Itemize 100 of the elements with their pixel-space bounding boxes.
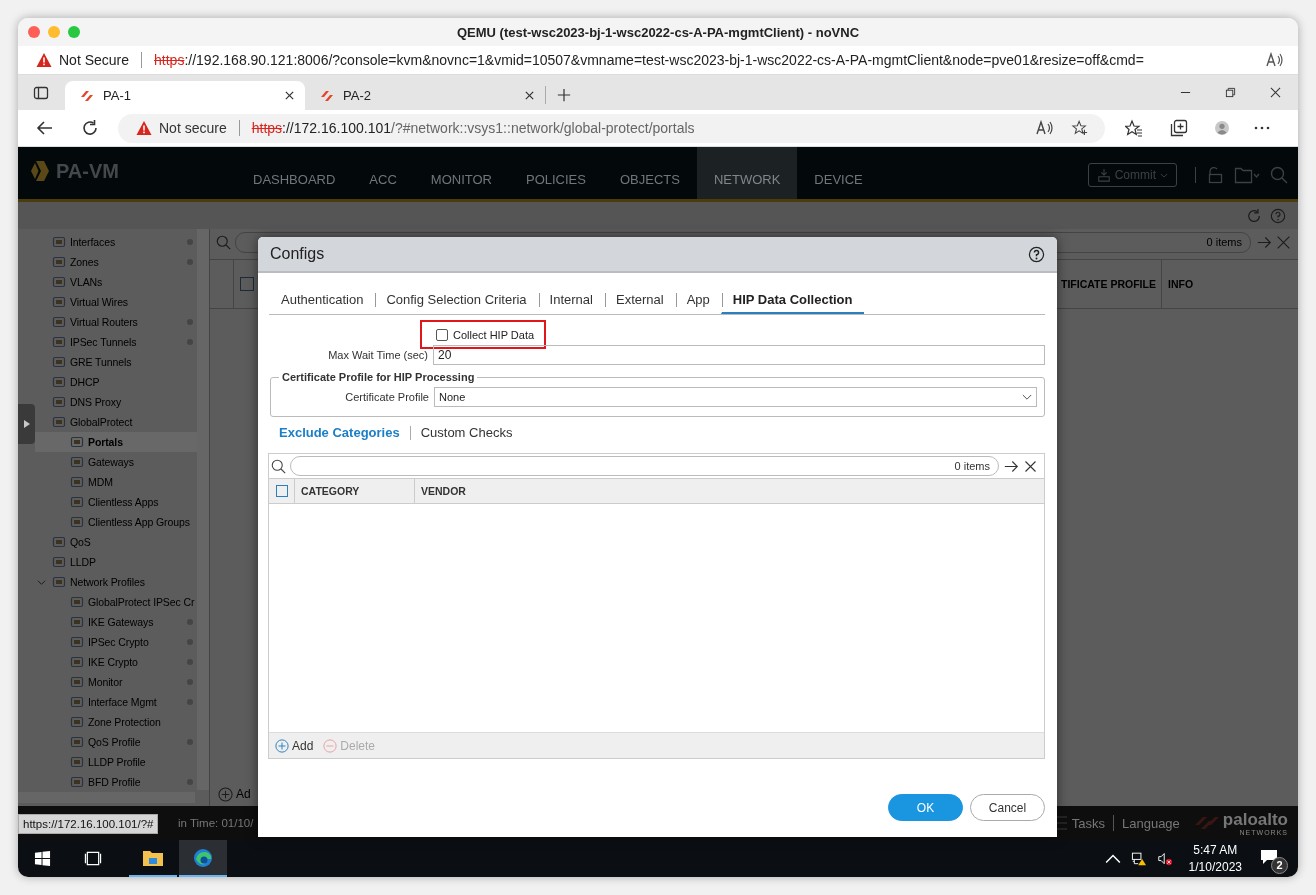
checkbox-label: Collect HIP Data [453, 328, 535, 341]
nav-tab[interactable]: MONITOR [413, 147, 509, 199]
dialog-tab[interactable]: Authentication [269, 285, 375, 314]
network-warning-icon[interactable] [1130, 851, 1147, 866]
remove-icon [323, 738, 338, 753]
address-field[interactable]: Not secure https://172.16.100.101/?#network::vsys1::network/global-protect/portals [118, 113, 1105, 143]
sidebar-item[interactable]: Clientless App Groups [35, 512, 197, 532]
tab-actions-icon[interactable] [33, 85, 49, 101]
back-icon[interactable] [36, 119, 54, 137]
sidebar-item[interactable]: GlobalProtect IPSec Cr [35, 592, 197, 612]
node-icon [52, 315, 66, 329]
close-icon[interactable] [524, 90, 535, 101]
sidebar-item[interactable]: Portals [35, 432, 197, 452]
add-button[interactable]: Ad [218, 786, 251, 802]
sidebar-item[interactable]: Virtual Wires [35, 292, 197, 312]
sidebar-item[interactable]: LLDP [35, 552, 197, 572]
dialog-tab[interactable]: HIP Data Collection [720, 285, 864, 314]
sidebar-item[interactable]: GlobalProtect [35, 412, 197, 432]
help-icon[interactable] [1028, 245, 1045, 263]
sidebar-item[interactable]: VLANs [35, 272, 197, 292]
nav-tab[interactable]: POLICIES [508, 147, 603, 199]
sidebar-item[interactable]: QoS Profile [35, 732, 197, 752]
read-aloud-icon[interactable] [1036, 120, 1054, 136]
dialog-tab[interactable]: Config Selection Criteria [374, 285, 538, 314]
arrow-right-icon[interactable] [1004, 458, 1019, 474]
node-icon [70, 495, 84, 509]
star-plus-icon[interactable] [1071, 120, 1089, 136]
sidebar-item[interactable]: IPSec Crypto [35, 632, 197, 652]
speaker-muted-icon[interactable] [1156, 851, 1173, 866]
sidebar-item[interactable]: Network Profiles [35, 572, 197, 592]
read-aloud-icon[interactable] [1266, 52, 1284, 68]
nav-tab[interactable]: DEVICE [797, 147, 880, 199]
sub-tab[interactable]: Custom Checks [409, 426, 523, 440]
sub-tab[interactable]: Exclude Categories [269, 426, 410, 440]
nav-tab[interactable]: ACC [352, 147, 414, 199]
sidebar-item[interactable]: IPSec Tunnels [35, 332, 197, 352]
dialog-tab[interactable]: External [603, 285, 675, 314]
clock-date[interactable]: 1/10/2023 [1188, 858, 1242, 876]
dropdown[interactable]: None [434, 387, 1037, 407]
checkbox[interactable] [239, 277, 254, 291]
close-icon[interactable] [1023, 458, 1038, 474]
tasks-link[interactable]: Tasks [1071, 815, 1105, 831]
window-close-button[interactable] [28, 26, 40, 38]
cancel-button[interactable]: Cancel [970, 794, 1045, 821]
sidebar-item[interactable]: Gateways [35, 452, 197, 472]
download-icon [1096, 168, 1111, 182]
sidebar-item[interactable]: Interfaces [35, 232, 197, 252]
browser-tab[interactable]: PA-2 [305, 81, 545, 110]
node-icon [70, 735, 84, 749]
commit-button[interactable]: Commit [1087, 163, 1177, 187]
checkbox[interactable] [436, 328, 448, 341]
panel-handle[interactable] [18, 404, 35, 444]
sidebar-item[interactable]: MDM [35, 472, 197, 492]
add-button[interactable]: Add [275, 738, 314, 753]
sidebar-item[interactable]: IKE Gateways [35, 612, 197, 632]
nav-tab[interactable]: DASHBOARD [236, 147, 353, 199]
url-text[interactable]: https://192.168.90.121:8006/?console=kvm&novnc=1&vmid=10507&vmname=test-wsc2023-bj-1-wsc2022-cs-A-PA-mgmtClient&node=pve01&resize=off&cmd= [154, 52, 1144, 68]
close-icon[interactable] [284, 90, 295, 101]
taskbar-app[interactable] [179, 840, 227, 877]
product-logo: PA-VM [56, 159, 120, 183]
node-icon [52, 255, 66, 269]
sidebar-item[interactable]: BFD Profile [35, 772, 197, 792]
nav-tab[interactable]: OBJECTS [602, 147, 697, 199]
node-icon [70, 675, 84, 689]
sidebar-item[interactable]: Interface Mgmt [35, 692, 197, 712]
favorites-icon[interactable] [1125, 119, 1143, 137]
sidebar-item[interactable]: LLDP Profile [35, 752, 197, 772]
add-icon [275, 738, 289, 753]
checkbox[interactable] [275, 485, 288, 497]
language-link[interactable]: Language [1122, 815, 1180, 831]
search-icon[interactable] [271, 458, 286, 474]
warning-icon [136, 120, 152, 136]
ok-button[interactable]: OK [888, 794, 963, 821]
scrollbar[interactable] [18, 792, 195, 803]
dialog-tab[interactable]: App [674, 285, 721, 314]
node-icon [52, 295, 66, 309]
swirl-icon [192, 847, 214, 868]
browser-tab[interactable]: PA-1 [65, 81, 305, 110]
nav-tab[interactable]: NETWORK [696, 147, 798, 199]
node-icon [52, 355, 66, 369]
sidebar-item[interactable]: Zone Protection [35, 712, 197, 732]
input-field[interactable]: 20 [433, 345, 1045, 365]
dialog-tab[interactable]: Internal [537, 285, 604, 314]
sidebar-item[interactable]: DNS Proxy [35, 392, 197, 412]
field-label: Max Wait Time (sec) [327, 349, 428, 361]
sidebar-item[interactable]: Virtual Routers [35, 312, 197, 332]
sidebar-item[interactable]: GRE Tunnels [35, 352, 197, 372]
time-label: in Time: 01/10/ [178, 817, 254, 829]
sidebar-item[interactable]: Clientless Apps [35, 492, 197, 512]
new-tab-icon[interactable] [557, 88, 571, 102]
refresh-icon[interactable] [81, 119, 99, 137]
sidebar-item[interactable]: DHCP [35, 372, 197, 392]
sidebar-item[interactable]: QoS [35, 532, 197, 552]
sidebar-item[interactable]: IKE Crypto [35, 652, 197, 672]
node-icon [52, 375, 66, 389]
sidebar-item[interactable]: Monitor [35, 672, 197, 692]
sidebar-item[interactable]: Zones [35, 252, 197, 272]
clock-time[interactable]: 5:47 AM [1193, 841, 1238, 859]
collections-icon[interactable] [1170, 119, 1188, 137]
scrollbar[interactable] [197, 229, 209, 790]
